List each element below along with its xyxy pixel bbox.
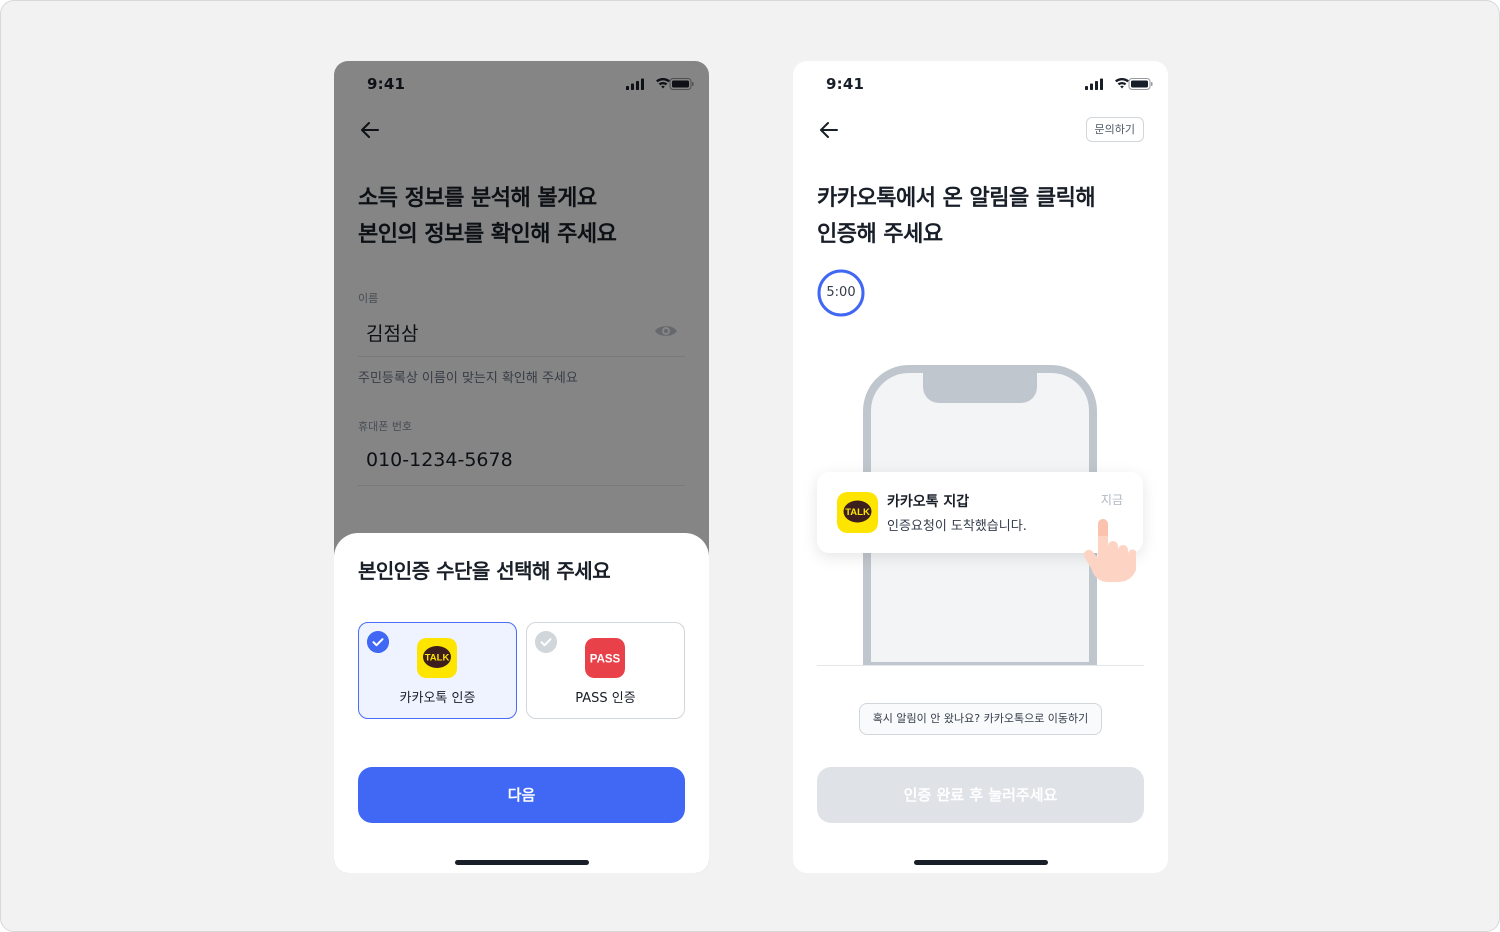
- auth-complete-button[interactable]: 인증 완료 후 눌러주세요: [817, 767, 1144, 823]
- title-line-1: 카카오톡에서 온 알림을 클릭해: [817, 186, 1096, 211]
- wifi-icon: [1115, 77, 1129, 89]
- notification-message: 인증요청이 도착했습니다.: [887, 519, 1027, 534]
- countdown-timer: 5:00: [826, 285, 856, 300]
- notification-app-name: 카카오톡 지갑: [887, 494, 970, 510]
- signal-icon: [1085, 78, 1103, 90]
- pass-auth-label: PASS 인증: [575, 691, 636, 706]
- kakao-talk-logo-icon: TALK: [837, 492, 878, 533]
- illustration-divider: [817, 665, 1144, 666]
- home-indicator: [455, 860, 589, 865]
- tap-hand-icon: [1083, 519, 1136, 582]
- inquiry-button[interactable]: 문의하기: [1085, 117, 1144, 142]
- check-selected-icon: [367, 631, 389, 653]
- kakao-auth-label: 카카오톡 인증: [399, 691, 476, 706]
- pass-logo-icon: PASS: [585, 638, 625, 678]
- notif-logo-text: TALK: [845, 507, 870, 518]
- kakao-logo-text: TALK: [425, 653, 450, 664]
- battery-icon: [1128, 78, 1153, 90]
- check-unselected-icon: [535, 631, 557, 653]
- canvas: 9:41 소득 정보를 분석해 볼게요 본인의 정보를 확인해 주세요 이름 김…: [0, 0, 1500, 932]
- sheet-title: 본인인증 수단을 선택해 주세요: [358, 559, 611, 583]
- kakao-auth-option[interactable]: TALK 카카오톡 인증: [358, 622, 517, 719]
- notification-time: 지금: [1100, 493, 1123, 507]
- status-time: 9:41: [826, 75, 865, 93]
- pass-logo-text: PASS: [590, 654, 621, 666]
- next-button[interactable]: 다음: [358, 767, 685, 823]
- status-bar: 9:41: [793, 61, 1168, 105]
- back-arrow-icon[interactable]: [817, 118, 841, 142]
- page-title: 카카오톡에서 온 알림을 클릭해 인증해 주세요: [817, 181, 1096, 253]
- home-indicator: [914, 860, 1048, 865]
- pass-auth-option[interactable]: PASS PASS 인증: [526, 622, 685, 719]
- open-kakao-link-button[interactable]: 혹시 알림이 안 왔나요? 카카오톡으로 이동하기: [859, 703, 1102, 735]
- auth-method-sheet: 본인인증 수단을 선택해 주세요 TALK 카카오톡 인증 PASS PASS …: [334, 533, 709, 873]
- status-icons: [1085, 77, 1153, 90]
- title-line-2: 인증해 주세요: [817, 222, 943, 247]
- kakao-talk-logo-icon: TALK: [417, 638, 457, 678]
- identity-info-screen: 9:41 소득 정보를 분석해 볼게요 본인의 정보를 확인해 주세요 이름 김…: [334, 61, 709, 873]
- kakao-auth-waiting-screen: 9:41 문의하기 카카오톡에서 온 알림을 클릭해 인증해 주세요 5:00 …: [793, 61, 1168, 873]
